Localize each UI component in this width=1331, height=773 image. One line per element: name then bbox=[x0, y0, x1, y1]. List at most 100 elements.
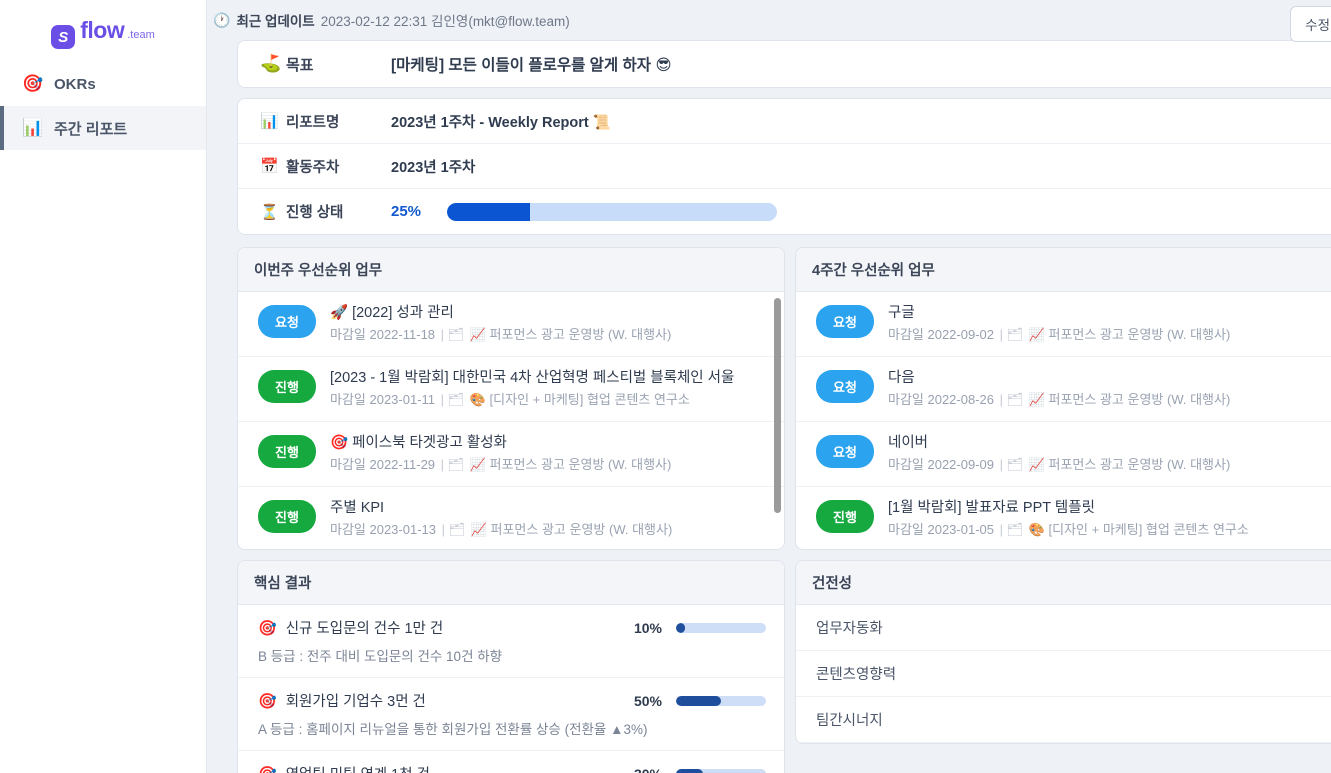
health-row[interactable]: 업무자동화 bbox=[796, 605, 1331, 651]
meta-separator: | 🗂 bbox=[437, 391, 468, 407]
meta-separator: | 🗂 bbox=[996, 456, 1027, 472]
task-info: 네이버마감일 2022-09-09 | 🗂 📈 퍼포먼스 광고 운영방 (W. … bbox=[888, 433, 1328, 475]
status-badge: 진행 bbox=[816, 499, 874, 533]
status-badge: 요청 bbox=[816, 434, 874, 468]
task-meta: 마감일 2022-11-18 | 🗂 📈 퍼포먼스 광고 운영방 (W. 대행사… bbox=[330, 326, 770, 345]
task-meta: 마감일 2022-09-09 | 🗂 📈 퍼포먼스 광고 운영방 (W. 대행사… bbox=[888, 456, 1328, 475]
calendar-icon: 📅 bbox=[260, 158, 279, 175]
project-name: 📈 퍼포먼스 광고 운영방 (W. 대행사) bbox=[1028, 327, 1231, 343]
topbar: 🕐 최근 업데이트 2023-02-12 22:31 김인영(mkt@flow.… bbox=[207, 0, 1331, 42]
key-result-percent: 30% bbox=[610, 766, 662, 773]
progress-status-row: ⏳ 진행 상태 25% bbox=[238, 189, 1331, 234]
key-result-header: 🎯 회원가입 기업수 3먼 건 50% bbox=[258, 690, 766, 711]
key-result-bar-track bbox=[676, 695, 766, 706]
task-title: 구글 bbox=[888, 305, 915, 321]
last-updated-value: 2023-02-12 22:31 김인영(mkt@flow.team) bbox=[320, 14, 570, 29]
four-week-tasks-list[interactable]: 요청 구글마감일 2022-09-02 | 🗂 📈 퍼포먼스 광고 운영방 (W.… bbox=[796, 292, 1331, 549]
right-column: 4주간 우선순위 업무 요청 구글마감일 2022-09-02 | 🗂 📈 퍼포먼… bbox=[795, 247, 1331, 773]
app-logo[interactable]: S flow .team bbox=[0, 0, 206, 56]
progress-bar-track bbox=[447, 202, 777, 221]
project-name: 📈 퍼포먼스 광고 운영방 (W. 대행사) bbox=[470, 521, 673, 537]
task-title: 🎯 페이스북 타겟광고 활성화 bbox=[330, 434, 507, 451]
task-row[interactable]: 요청 🚀 [2022] 성과 관리 마감일 2022-11-18 | 🗂 📈 퍼포먼… bbox=[238, 292, 784, 357]
activity-week-label: 활동주차 bbox=[286, 159, 340, 176]
target-icon: 🎯 bbox=[258, 619, 277, 637]
task-title: 다음 bbox=[888, 369, 915, 386]
last-updated-label: 최근 업데이트 bbox=[236, 14, 315, 29]
app-root: S flow .team 🎯 OKRs 📊 주간 리포트 🕐 최근 업데이트 2… bbox=[0, 0, 1331, 773]
key-results-title: 핵심 결과 bbox=[238, 561, 784, 605]
flow-logo-mark: S bbox=[51, 25, 76, 50]
task-row[interactable]: 진행 주별 KPI 마감일 2023-01-13 | 🗂 📈 퍼포먼스 광고 운영방… bbox=[238, 487, 784, 549]
key-result-header: 🎯 영업팀 미팅 연계 1천 건30% bbox=[258, 763, 766, 773]
sidebar-item-weekly-report[interactable]: 📊 주간 리포트 bbox=[0, 106, 206, 150]
key-result-description: B 등급 : 전주 대비 도입문의 건수 10건 하향 bbox=[258, 649, 503, 664]
activity-week-value: 2023년 1주차 bbox=[391, 159, 476, 176]
status-badge: 진행 bbox=[258, 499, 316, 533]
report-info-card: 📊 리포트명 2023년 1주차 - Weekly Report 📜 📅 활동주… bbox=[237, 98, 1331, 235]
sidebar: S flow .team 🎯 OKRs 📊 주간 리포트 bbox=[0, 0, 207, 773]
key-result-bar-track bbox=[676, 768, 766, 773]
target-icon: 🎯 bbox=[22, 74, 44, 93]
task-row[interactable]: 진행 [2023 - 1월 박람회] 대한민국 4차 산업혁명 페스티벌 블록체인… bbox=[238, 357, 784, 422]
project-name: 📈 퍼포먼스 광고 운영방 (W. 대행사) bbox=[1028, 456, 1231, 472]
meta-separator: | 🗂 bbox=[437, 327, 468, 343]
key-result-header: 🎯 신규 도입문의 건수 1만 건 10% bbox=[258, 617, 766, 638]
sidebar-item-label-weekly-report: 주간 리포트 bbox=[54, 120, 128, 138]
key-result-row[interactable]: 🎯 회원가입 기업수 3먼 건 50% A 등급 : 홈페이지 리뉴얼을 통한 회원가… bbox=[238, 678, 784, 751]
this-week-tasks-title: 이번주 우선순위 업무 bbox=[238, 248, 784, 292]
meta-separator: | 🗂 bbox=[996, 521, 1027, 537]
due-date: 마감일 2022-08-26 bbox=[888, 391, 994, 407]
task-info: 🚀 [2022] 성과 관리마감일 2022-11-18 | 🗂 📈 퍼포먼스 … bbox=[330, 303, 770, 345]
panel-grid: 이번주 우선순위 업무 요청 🚀 [2022] 성과 관리 마감일 2022-11-… bbox=[237, 247, 1331, 773]
due-date: 마감일 2023-01-13 bbox=[330, 521, 436, 537]
status-badge: 요청 bbox=[816, 369, 874, 403]
key-results-list: 🎯 신규 도입문의 건수 1만 건 10% B 등급 : 전주 대비 도입문의 건수 … bbox=[238, 605, 784, 773]
key-result-name: 회원가입 기업수 3먼 건 bbox=[285, 694, 426, 710]
activity-week-row: 📅 활동주차 2023년 1주차 bbox=[238, 144, 1331, 189]
due-date: 마감일 2022-11-29 bbox=[330, 456, 436, 472]
task-meta: 마감일 2023-01-05 | 🗂 🎨 [디자인 + 마케팅] 협업 콘텐츠 … bbox=[888, 521, 1328, 540]
health-title: 건전성 bbox=[796, 561, 1331, 605]
due-date: 마감일 2023-01-05 bbox=[888, 521, 994, 537]
four-week-tasks-title: 4주간 우선순위 업무 bbox=[796, 248, 1331, 292]
logo-text: flow bbox=[80, 16, 125, 43]
key-result-row[interactable]: 🎯 영업팀 미팅 연계 1천 건30% bbox=[238, 751, 784, 773]
report-name-value: 2023년 1주차 - Weekly Report 📜 bbox=[391, 114, 611, 131]
main-content: 🕐 최근 업데이트 2023-02-12 22:31 김인영(mkt@flow.… bbox=[207, 0, 1331, 773]
this-week-tasks-list[interactable]: 요청 🚀 [2022] 성과 관리 마감일 2022-11-18 | 🗂 📈 퍼포먼… bbox=[238, 292, 784, 549]
key-result-name: 영업팀 미팅 연계 1천 건 bbox=[286, 763, 610, 773]
project-name: 📈 퍼포먼스 광고 운영방 (W. 대행사) bbox=[1028, 391, 1231, 407]
task-row[interactable]: 요청 네이버마감일 2022-09-09 | 🗂 📈 퍼포먼스 광고 운영방 (W… bbox=[796, 422, 1331, 487]
status-badge: 요청 bbox=[816, 305, 874, 338]
target-icon: 🎯 bbox=[258, 765, 277, 773]
due-date: 마감일 2022-09-09 bbox=[888, 456, 994, 472]
meta-separator: | 🗂 bbox=[437, 456, 468, 472]
health-row[interactable]: 팀간시너지 bbox=[796, 697, 1331, 743]
task-row[interactable]: 요청 다음마감일 2022-08-26 | 🗂 📈 퍼포먼스 광고 운영방 (W.… bbox=[796, 357, 1331, 422]
goal-card: ⛳ 목표 [마케팅] 모든 이들이 플로우를 알게 하자 😎 bbox=[237, 40, 1331, 88]
report-chart-icon: 📊 bbox=[22, 118, 44, 137]
task-meta: 마감일 2023-01-13 | 🗂 📈 퍼포먼스 광고 운영방 (W. 대행사… bbox=[330, 521, 770, 540]
task-row[interactable]: 진행 🎯 페이스북 타겟광고 활성화 마감일 2022-11-29 | 🗂 📈 퍼포… bbox=[238, 422, 784, 487]
task-row[interactable]: 진행 [1월 박람회] 발표자료 PPT 템플릿 마감일 2023-01-05 | … bbox=[796, 487, 1331, 549]
task-row[interactable]: 요청 구글 마감일 2022-09-02 | 🗂 📈 퍼포먼스 광고 운영방 (W.… bbox=[796, 292, 1331, 357]
key-result-bar-fill bbox=[676, 622, 685, 633]
left-column: 이번주 우선순위 업무 요청 🚀 [2022] 성과 관리 마감일 2022-11-… bbox=[237, 247, 785, 773]
task-meta: 마감일 2022-11-29 | 🗂 📈 퍼포먼스 광고 운영방 (W. 대행사… bbox=[330, 456, 770, 475]
task-title: 네이버 bbox=[888, 434, 929, 451]
task-info: 주별 KPI 마감일 2023-01-13 | 🗂 📈 퍼포먼스 광고 운영방 (… bbox=[330, 498, 770, 540]
key-result-row[interactable]: 🎯 신규 도입문의 건수 1만 건 10% B 등급 : 전주 대비 도입문의 건수 … bbox=[238, 605, 784, 678]
task-title: 🚀 [2022] 성과 관리 bbox=[330, 305, 454, 321]
vertical-scrollbar[interactable] bbox=[774, 298, 781, 513]
key-result-description: A 등급 : 홈페이지 리뉴얼을 통한 회원가입 전환률 상승 (전환율 ▲3%… bbox=[258, 722, 648, 737]
health-row[interactable]: 콘텐츠영향력 bbox=[796, 651, 1331, 697]
task-info: 구글 마감일 2022-09-02 | 🗂 📈 퍼포먼스 광고 운영방 (W. 대… bbox=[888, 303, 1328, 345]
project-name: 📈 퍼포먼스 광고 운영방 (W. 대행사) bbox=[469, 327, 672, 343]
due-date: 마감일 2022-09-02 bbox=[888, 327, 994, 343]
sidebar-item-okrs[interactable]: 🎯 OKRs bbox=[0, 62, 206, 106]
key-result-name: 신규 도입문의 건수 1만 건 bbox=[285, 621, 444, 637]
edit-button[interactable]: 수정 bbox=[1290, 6, 1331, 42]
task-meta: 마감일 2023-01-11 | 🗂 🎨 [디자인 + 마케팅] 협업 콘텐츠 … bbox=[330, 391, 770, 410]
meta-separator: | 🗂 bbox=[996, 391, 1027, 407]
